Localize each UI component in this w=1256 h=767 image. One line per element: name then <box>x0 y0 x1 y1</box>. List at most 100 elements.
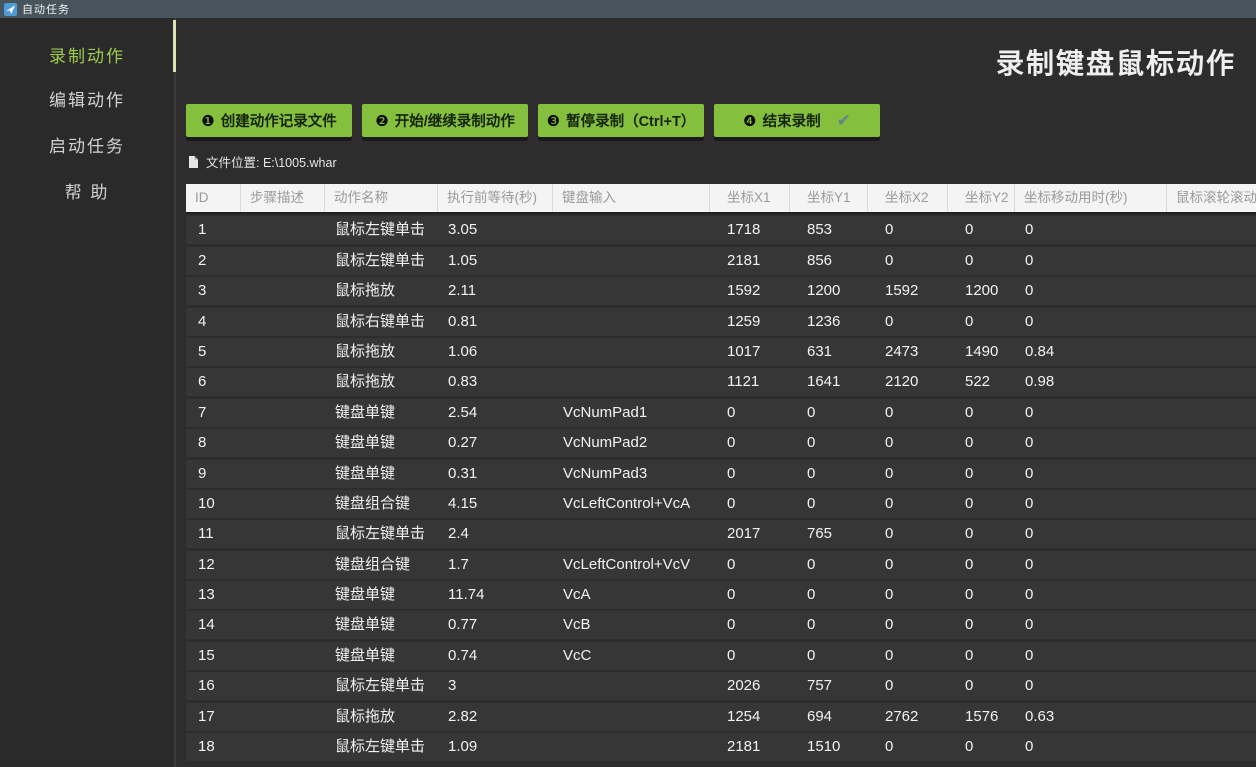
table-row[interactable]: 5鼠标拖放1.061017631247314900.84 <box>186 338 1256 366</box>
table-cell: 1576 <box>948 703 1015 731</box>
column-header[interactable]: 坐标Y2 <box>948 184 1015 212</box>
table-row[interactable]: 13键盘单键11.74VcA00000 <box>186 581 1256 609</box>
table-row[interactable]: 15键盘单键0.74VcC00000 <box>186 642 1256 670</box>
table-cell: 2026 <box>710 672 790 700</box>
table-cell: 0 <box>790 490 868 518</box>
table-cell <box>1167 733 1256 761</box>
table-cell <box>553 703 710 731</box>
column-header[interactable]: ID <box>186 184 241 212</box>
table-cell: 0 <box>868 216 948 244</box>
table-cell: 522 <box>948 368 1015 396</box>
sidebar-item-record-actions[interactable]: 录制动作 <box>0 42 174 67</box>
table-cell: 757 <box>790 672 868 700</box>
table-cell: 鼠标拖放 <box>325 703 438 731</box>
table-cell: 0 <box>948 429 1015 457</box>
sidebar-item-help[interactable]: 帮 助 <box>0 178 174 203</box>
table-cell: 1592 <box>868 277 948 305</box>
table-cell: 0 <box>710 399 790 427</box>
table-row[interactable]: 9键盘单键0.31VcNumPad300000 <box>186 460 1256 488</box>
table-cell <box>1167 611 1256 639</box>
table-cell: 0 <box>1015 581 1167 609</box>
table-row[interactable]: 16鼠标左键单击32026757000 <box>186 672 1256 700</box>
file-location-text: 文件位置: E:\1005.whar <box>206 152 337 171</box>
pause-recording-button[interactable]: ❸ 暂停录制（Ctrl+T） <box>538 104 704 137</box>
table-cell: 1641 <box>790 368 868 396</box>
table-row[interactable]: 6鼠标拖放0.831121164121205220.98 <box>186 368 1256 396</box>
table-cell: 0 <box>868 551 948 579</box>
table-cell: 键盘单键 <box>325 429 438 457</box>
table-cell: 0 <box>948 611 1015 639</box>
table-cell: 2 <box>186 247 241 275</box>
table-cell: 3 <box>186 277 241 305</box>
table-cell: VcNumPad3 <box>553 460 710 488</box>
table-cell: 856 <box>790 247 868 275</box>
column-header[interactable]: 执行前等待(秒) <box>438 184 553 212</box>
document-icon <box>188 155 199 169</box>
table-cell: 4 <box>186 308 241 336</box>
table-cell <box>241 642 325 670</box>
table-cell: 10 <box>186 490 241 518</box>
table-row[interactable]: 4鼠标右键单击0.8112591236000 <box>186 308 1256 336</box>
table-cell: 1510 <box>790 733 868 761</box>
table-cell: 1254 <box>710 703 790 731</box>
table-cell: 1236 <box>790 308 868 336</box>
column-header[interactable]: 步骤描述 <box>241 184 325 212</box>
table-cell: 13 <box>186 581 241 609</box>
table-cell: 0.84 <box>1015 338 1167 366</box>
table-cell <box>553 338 710 366</box>
create-record-file-button[interactable]: ❶ 创建动作记录文件 <box>186 104 352 137</box>
table-cell: 1200 <box>790 277 868 305</box>
table-row[interactable]: 8键盘单键0.27VcNumPad200000 <box>186 429 1256 457</box>
column-header[interactable]: 坐标Y1 <box>790 184 868 212</box>
table-cell <box>241 733 325 761</box>
column-header[interactable]: 坐标X2 <box>868 184 948 212</box>
table-row[interactable]: 17鼠标拖放2.821254694276215760.63 <box>186 703 1256 731</box>
table-row[interactable]: 2鼠标左键单击1.052181856000 <box>186 247 1256 275</box>
table-cell: 0 <box>710 460 790 488</box>
table-row[interactable]: 12键盘组合键1.7VcLeftControl+VcV00000 <box>186 551 1256 579</box>
table-cell: 1.7 <box>438 551 553 579</box>
table-cell: 1 <box>186 216 241 244</box>
table-cell <box>553 520 710 548</box>
table-cell: 键盘单键 <box>325 399 438 427</box>
table-cell: 11.74 <box>438 581 553 609</box>
table-cell <box>1167 338 1256 366</box>
table-cell: VcB <box>553 611 710 639</box>
column-header[interactable]: 动作名称 <box>325 184 438 212</box>
table-row[interactable]: 3鼠标拖放2.1115921200159212000 <box>186 277 1256 305</box>
table-cell: 694 <box>790 703 868 731</box>
table-cell: 2.11 <box>438 277 553 305</box>
pause-recording-label: 暂停录制（Ctrl+T） <box>566 110 695 131</box>
table-row[interactable]: 1鼠标左键单击3.051718853000 <box>186 216 1256 244</box>
table-cell: 1490 <box>948 338 1015 366</box>
table-cell: 0 <box>710 429 790 457</box>
table-cell: 键盘单键 <box>325 611 438 639</box>
table-cell: 0.83 <box>438 368 553 396</box>
table-cell: 鼠标拖放 <box>325 368 438 396</box>
table-cell <box>1167 216 1256 244</box>
column-header[interactable]: 坐标X1 <box>710 184 790 212</box>
column-header[interactable]: 键盘输入 <box>553 184 710 212</box>
step-3-badge-icon: ❸ <box>547 112 560 130</box>
table-cell <box>241 672 325 700</box>
table-cell: 0 <box>710 611 790 639</box>
start-continue-recording-button[interactable]: ❷ 开始/继续录制动作 <box>362 104 528 137</box>
table-cell: 0 <box>868 581 948 609</box>
table-row[interactable]: 18鼠标左键单击1.0921811510000 <box>186 733 1256 761</box>
table-cell: 0 <box>1015 216 1167 244</box>
table-cell: 1121 <box>710 368 790 396</box>
table-row[interactable]: 11鼠标左键单击2.42017765000 <box>186 520 1256 548</box>
check-icon: ✔ <box>837 111 851 131</box>
table-row[interactable]: 10键盘组合键4.15VcLeftControl+VcA00000 <box>186 490 1256 518</box>
column-header[interactable]: 坐标移动用时(秒) <box>1015 184 1167 212</box>
column-header[interactable]: 鼠标滚轮滚动方向 <box>1167 184 1256 212</box>
table-cell <box>241 551 325 579</box>
sidebar-item-start-task[interactable]: 启动任务 <box>0 132 174 157</box>
table-cell <box>241 490 325 518</box>
stop-recording-button[interactable]: ❹ 结束录制 ✔ <box>714 104 880 137</box>
table-row[interactable]: 14键盘单键0.77VcB00000 <box>186 611 1256 639</box>
table-cell: 0 <box>868 490 948 518</box>
table-cell: 17 <box>186 703 241 731</box>
table-row[interactable]: 7键盘单键2.54VcNumPad100000 <box>186 399 1256 427</box>
sidebar-item-edit-actions[interactable]: 编辑动作 <box>0 86 174 111</box>
